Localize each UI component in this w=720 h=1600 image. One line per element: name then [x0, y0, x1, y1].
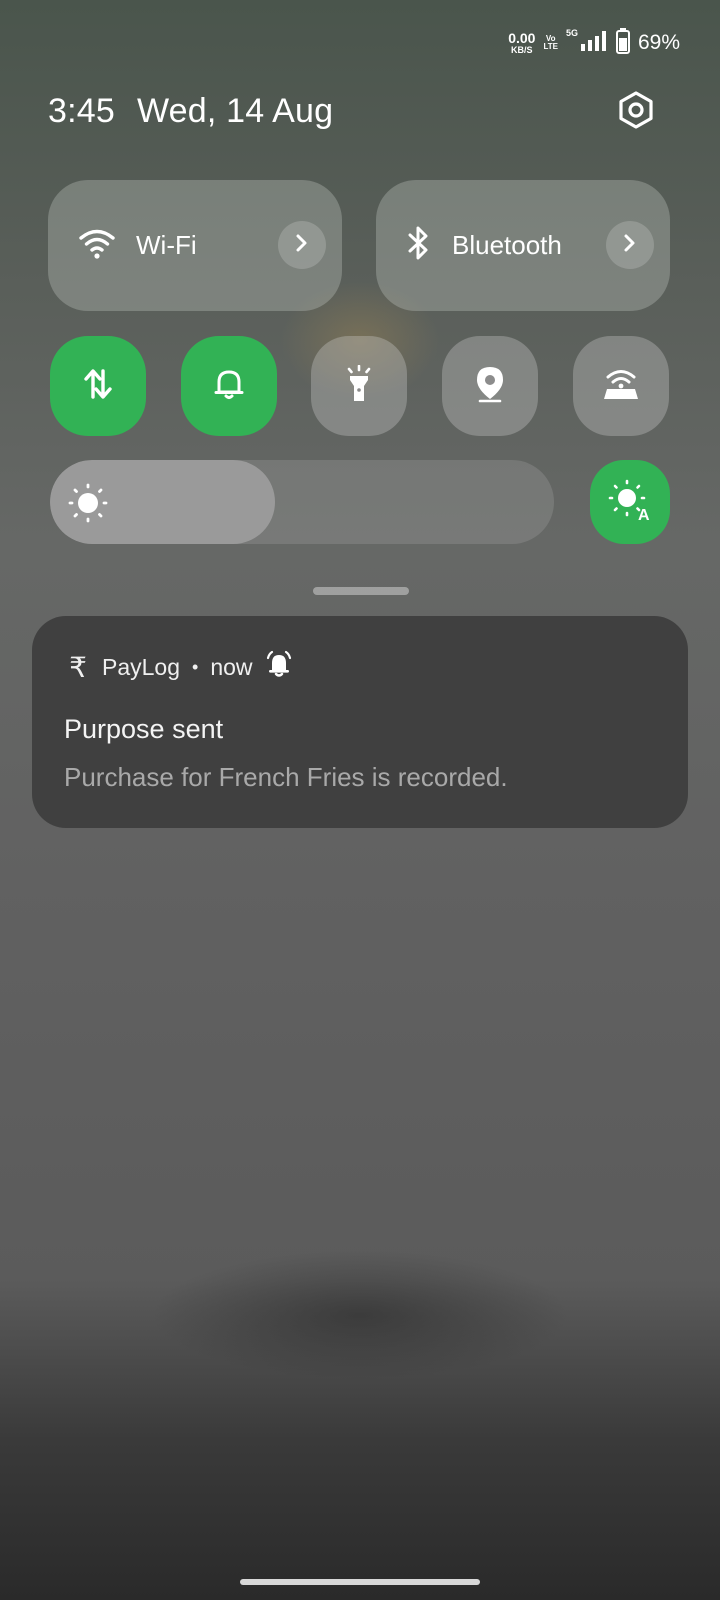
notification-card[interactable]: ₹ PayLog • now Purpose sent Purchase for…: [32, 616, 688, 828]
brightness-slider[interactable]: [50, 460, 554, 544]
flashlight-icon: [344, 364, 374, 408]
clock-date: Wed, 14 Aug: [136, 92, 334, 130]
brightness-sun-icon: [68, 483, 108, 528]
battery-percent: 69%: [637, 31, 680, 54]
network-speed: 0.00 KB/S: [508, 31, 535, 55]
mobile-data-toggle[interactable]: [50, 336, 146, 436]
bluetooth-expand-button[interactable]: [606, 221, 654, 269]
gesture-navigation-bar[interactable]: [240, 1579, 480, 1585]
wifi-tile[interactable]: Wi-Fi: [48, 180, 342, 311]
hotspot-icon: [602, 367, 640, 406]
auto-brightness-toggle[interactable]: A: [590, 460, 670, 544]
notification-header: ₹ PayLog • now: [66, 650, 293, 684]
wifi-label: Wi-Fi: [136, 230, 197, 260]
sound-toggle[interactable]: [181, 336, 277, 436]
bluetooth-tile[interactable]: Bluetooth: [376, 180, 670, 311]
notification-time: now: [210, 653, 253, 680]
network-type: 5G: [565, 28, 578, 38]
notification-app-name: PayLog: [102, 653, 181, 680]
data-arrows-icon: [81, 367, 115, 406]
network-speed-unit: KB/S: [511, 45, 533, 55]
bell-ring-icon: [265, 650, 293, 684]
bell-icon: [212, 366, 246, 407]
flashlight-toggle[interactable]: [311, 336, 407, 436]
volte-bottom: LTE: [543, 42, 558, 51]
rupee-icon: ₹: [69, 651, 87, 683]
battery-icon: [615, 27, 630, 59]
notification-title: Purpose sent: [64, 714, 224, 744]
notification-separator: •: [192, 656, 199, 677]
location-toggle[interactable]: [442, 336, 538, 436]
wifi-icon: [78, 227, 116, 264]
settings-icon: [616, 90, 656, 135]
chevron-right-icon: [623, 233, 637, 258]
volte-indicator: Vo LTE: [543, 34, 558, 52]
location-pin-icon: [473, 365, 507, 408]
background-shadow: [150, 1250, 570, 1380]
svg-text:A: A: [638, 507, 650, 522]
status-bar: 0.00 KB/S Vo LTE 5G 69%: [508, 26, 680, 60]
header-datetime: 3:45 Wed, 14 Aug: [48, 92, 333, 131]
panel-drag-handle[interactable]: [313, 587, 409, 595]
settings-button[interactable]: [614, 90, 658, 134]
hotspot-toggle[interactable]: [573, 336, 669, 436]
bluetooth-label: Bluetooth: [452, 230, 562, 260]
signal-bars-icon: [580, 30, 608, 57]
clock-time: 3:45: [48, 92, 115, 130]
auto-brightness-icon: A: [608, 478, 652, 527]
notification-body: Purchase for French Fries is recorded.: [64, 762, 508, 792]
bluetooth-icon: [406, 225, 432, 266]
wifi-expand-button[interactable]: [278, 221, 326, 269]
network-speed-value: 0.00: [508, 30, 536, 46]
chevron-right-icon: [295, 233, 309, 258]
